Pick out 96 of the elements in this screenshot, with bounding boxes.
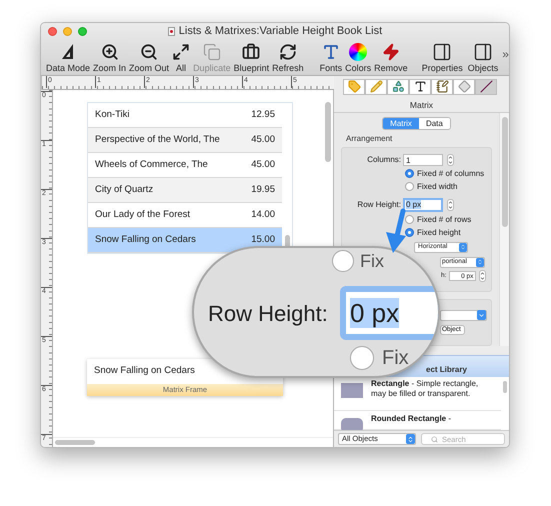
book-title: Wheels of Commerce, The [95,158,208,172]
toolbar-button[interactable]: Colors [344,40,372,73]
toolbar-button[interactable]: Refresh [271,40,305,73]
toolbar-button[interactable]: Data Mode [45,40,92,73]
radio-button[interactable] [405,228,414,238]
panel-icon [472,42,493,62]
list-row[interactable]: City of Quartz 19.95 [88,178,282,203]
radio-button[interactable] [405,169,414,178]
toolbar-button[interactable]: Fonts [318,40,344,73]
book-price: 45.00 [251,132,275,147]
panel-icon [432,42,452,62]
item-description: Rounded Rectangle - [371,414,452,424]
book-title: Perspective of the World, The [95,132,220,147]
tag-icon [348,80,360,93]
chevron-up-icon [448,155,453,160]
chevron-down-icon [478,312,485,319]
shape-preview [341,383,363,398]
list-row[interactable]: Perspective of the World, The 45.00 [88,128,282,153]
chevron-down-icon [448,160,453,166]
list-row[interactable]: Snow Falling on Cedars 15.00 [88,228,282,253]
scrollbar-thumb[interactable] [324,102,330,162]
radio-button[interactable] [332,250,354,272]
document-icon [168,27,175,36]
close-button[interactable] [48,27,57,36]
chevron-up-icon [448,200,453,206]
radio-label: Fixed # of columns [417,168,484,180]
lightning-icon [382,42,400,60]
toolbar-button[interactable]: All [171,40,192,73]
radio-label: Fixed width [417,180,458,193]
library-title: ect Library [426,365,467,374]
stepper[interactable] [447,199,454,212]
notepad-icon [436,80,448,93]
type-icon [322,42,340,60]
frame-row-text: Snow Falling on Cedars [93,364,196,378]
toolbar-button[interactable]: Blueprint [232,40,270,73]
radio-button[interactable] [405,182,414,192]
radio-label: Fix [360,250,384,272]
window-title: Lists & Matrixes:Variable Height Book List [178,24,382,40]
expand-arrows-icon [172,42,190,60]
chevron-down-icon [480,276,486,281]
radio-label: Fixed # of rows [417,214,472,226]
tool-tab[interactable] [409,78,431,94]
columns-field[interactable]: 1 [403,154,443,166]
scrollbar-thumb[interactable] [502,117,508,227]
book-title: City of Quartz [95,182,154,197]
item-description: Rectangle - Simple rectangle, may be filled or transparent. [371,379,480,399]
chevron-up-icon [480,270,486,276]
toolbar-button[interactable]: Properties [420,40,464,73]
tool-tab[interactable] [431,78,453,94]
chevron-down-icon [448,205,453,210]
book-price: 45.00 [251,158,275,172]
briefcase-icon [242,42,260,60]
refresh-icon [278,42,297,60]
zoom-out-icon [140,42,158,60]
stepper[interactable] [447,154,454,166]
radio-label: Fixed height [417,226,461,239]
stepper[interactable] [479,270,486,282]
section-title: Arrangement [345,132,394,145]
copy-icon [202,42,221,60]
toolbar-button[interactable]: Remove [373,40,409,73]
scrollbar-thumb[interactable] [55,440,95,445]
radio-button[interactable] [350,346,374,370]
radio-label: Fix [382,346,409,370]
shape-preview [341,418,363,430]
row-height-field[interactable]: 0 px [403,198,443,212]
toolbar-button[interactable]: Zoom Out [128,40,170,73]
more-button[interactable]: » [502,48,509,60]
search-icon [431,436,438,442]
field-label: Columns: [366,154,402,166]
zoom-button[interactable] [78,27,87,36]
row-height-field[interactable]: 0 px [340,286,438,340]
diamond-icon [458,80,470,93]
updown-icon [407,436,414,442]
shapes-icon [392,80,404,93]
pencil-icon [370,80,382,93]
text-icon [414,80,426,93]
toolbar-button[interactable]: Objects [466,40,500,73]
book-title: Our Lady of the Forest [95,208,190,222]
zoom-in-icon [100,42,119,60]
tool-tab[interactable] [475,78,497,94]
radio-button[interactable] [405,215,414,224]
color-wheel-icon [349,42,368,60]
pointer-arrow [386,208,406,253]
toolbar-button[interactable]: Zoom In [92,40,128,73]
book-title: Kon-Tiki [95,108,130,122]
minimize-button[interactable] [63,27,72,36]
book-price: 19.95 [251,182,275,197]
book-price: 14.00 [251,208,275,222]
field-label: Row Height: [208,300,328,328]
line-icon [480,80,492,93]
book-price: 15.00 [251,232,275,247]
book-title: Snow Falling on Cedars [95,232,196,247]
book-price: 12.95 [251,108,275,122]
object-dropdown[interactable] [440,310,487,321]
field-label: Row Height: [356,199,402,212]
scrollbar-thumb[interactable] [503,381,507,393]
